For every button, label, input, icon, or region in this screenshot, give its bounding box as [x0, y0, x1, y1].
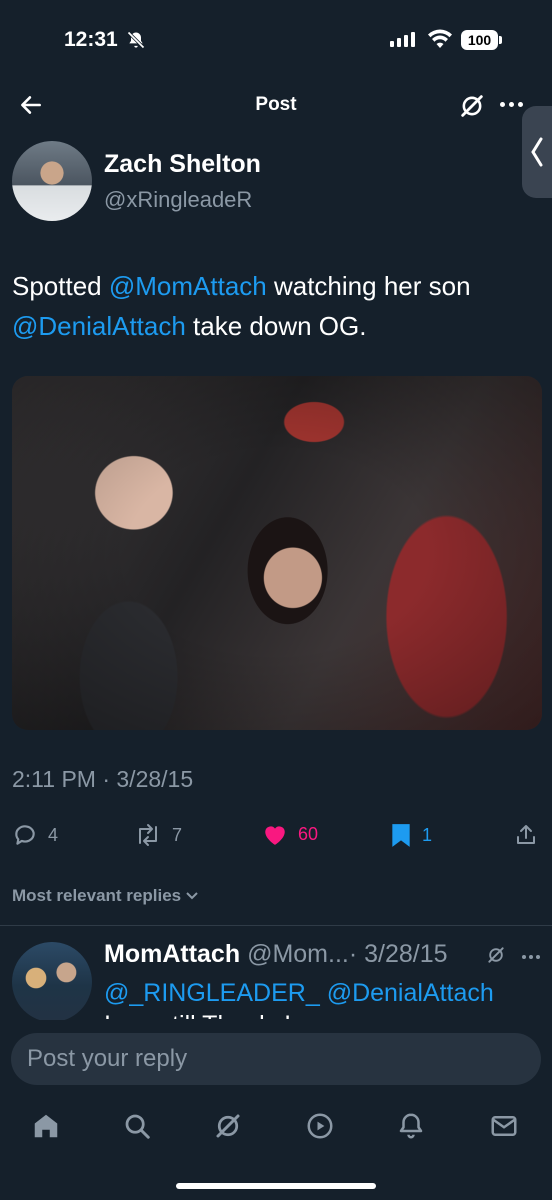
more-icon[interactable] — [522, 955, 540, 959]
post-image[interactable] — [12, 376, 542, 730]
mention-link[interactable]: @_RINGLEADER_ — [104, 979, 320, 1007]
nav-messages[interactable] — [488, 1110, 520, 1142]
mention-link[interactable]: @DenialAttach — [12, 311, 186, 341]
reply-date: · 3/28/15 — [348, 940, 448, 968]
repost-icon — [139, 824, 157, 846]
post-text-part: Spotted — [12, 271, 109, 301]
post-text: Spotted @MomAttach watching her son @Den… — [12, 266, 532, 346]
home-indicator — [176, 1183, 376, 1189]
grok-icon — [216, 1114, 240, 1138]
search-icon — [125, 1114, 150, 1139]
heart-icon — [265, 826, 285, 845]
reply-sort-label: Most relevant replies — [12, 886, 182, 905]
grok-icon[interactable] — [458, 92, 486, 125]
like-button[interactable]: 60 — [262, 822, 318, 846]
share-icon — [517, 825, 535, 844]
bookmark-count: 1 — [422, 824, 433, 845]
repost-count: 7 — [172, 824, 183, 845]
bell-icon — [399, 1113, 423, 1139]
author-name[interactable]: Zach Shelton — [104, 150, 261, 179]
author-avatar[interactable] — [12, 141, 92, 221]
reply-sort-dropdown[interactable]: Most relevant replies — [12, 886, 199, 906]
author-handle[interactable]: @xRingleadeR — [104, 187, 252, 213]
video-icon — [307, 1113, 333, 1139]
chevron-down-icon — [186, 892, 198, 900]
reply-text-continued: I am still Thanks! — [104, 1011, 291, 1019]
status-time: 12:31 — [64, 28, 118, 51]
reply-text: @_RINGLEADER_ @DenialAttach I am still Th… — [104, 977, 544, 1019]
post-text-part: watching her son — [266, 271, 471, 301]
mention-link[interactable]: @DenialAttach — [327, 979, 494, 1007]
reply-author-handle[interactable]: @Mom... — [247, 940, 349, 968]
battery-tip — [499, 36, 502, 44]
bell-off-icon — [126, 30, 146, 55]
grok-icon[interactable] — [486, 945, 506, 970]
more-icon[interactable] — [500, 102, 523, 107]
post-timestamp: 2:11 PM · 3/28/15 — [12, 766, 194, 792]
mention-link[interactable]: @MomAttach — [109, 271, 267, 301]
divider — [0, 925, 552, 926]
signal-icon — [390, 32, 415, 47]
nav-home[interactable] — [30, 1110, 62, 1142]
reply-button[interactable]: 4 — [12, 822, 58, 848]
reply-header: MomAttach @Mom...· 3/28/15 — [104, 940, 448, 969]
repost-button[interactable]: 7 — [134, 822, 182, 848]
mail-icon — [491, 1116, 517, 1136]
reply-input[interactable] — [11, 1033, 541, 1085]
bookmark-icon — [392, 824, 410, 847]
home-icon — [34, 1114, 58, 1138]
post-text-part: take down OG. — [185, 311, 367, 341]
like-count: 60 — [298, 823, 319, 844]
nav-video[interactable] — [304, 1110, 336, 1142]
nav-grok[interactable] — [212, 1110, 244, 1142]
nav-search[interactable] — [121, 1110, 153, 1142]
chevron-left-icon — [531, 137, 543, 167]
reply-author-name[interactable]: MomAttach — [104, 940, 240, 968]
nav-notifications[interactable] — [395, 1110, 427, 1142]
reply-avatar[interactable] — [12, 942, 92, 1022]
side-panel-tab[interactable] — [522, 106, 552, 198]
reply-count: 4 — [48, 824, 59, 845]
wifi-icon — [427, 28, 453, 55]
reply-icon — [15, 825, 35, 845]
bookmark-button[interactable]: 1 — [390, 822, 432, 848]
battery-indicator: 100 — [461, 30, 498, 50]
share-button[interactable] — [514, 822, 538, 848]
